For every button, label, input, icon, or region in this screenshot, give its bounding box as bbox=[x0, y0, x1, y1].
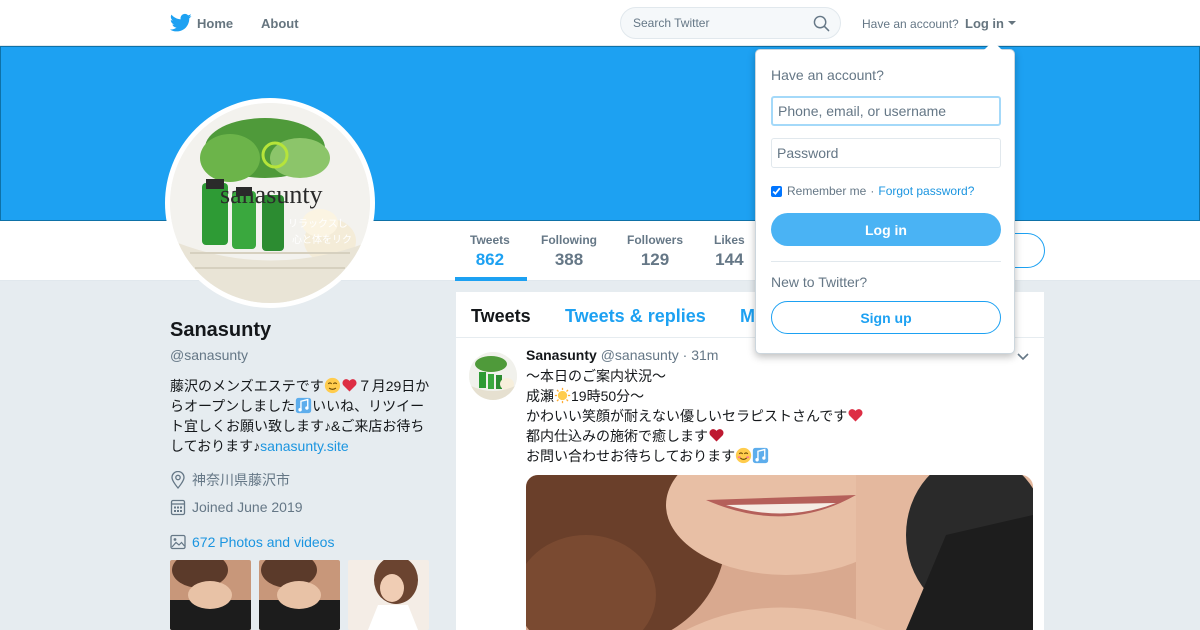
stat-likes-value: 144 bbox=[715, 250, 744, 269]
signup-button[interactable]: Sign up bbox=[771, 301, 1001, 334]
profile-name[interactable]: Sanasunty bbox=[170, 319, 271, 342]
tab-tweets[interactable]: Tweets bbox=[471, 306, 531, 327]
tweet-line: ～本日のご案内状況～ bbox=[526, 368, 666, 384]
photos-and-videos[interactable]: 672 Photos and videos bbox=[170, 534, 334, 550]
dark-heart-icon bbox=[709, 429, 724, 442]
calendar-icon bbox=[170, 499, 186, 516]
profile-handle[interactable]: @sanasunty bbox=[170, 347, 248, 363]
thumbnail-image bbox=[348, 560, 429, 630]
tweet-line-text: 成瀬 bbox=[526, 388, 554, 404]
stat-tweets-label: Tweets bbox=[470, 233, 510, 247]
dropdown-title: Have an account? bbox=[771, 67, 884, 83]
smiling-face-icon bbox=[736, 447, 752, 464]
tab-tweets-replies[interactable]: Tweets & replies bbox=[565, 306, 706, 327]
tweet-line-text: 19時50分～ bbox=[571, 388, 645, 404]
active-stat-indicator bbox=[455, 277, 527, 281]
stat-following[interactable]: Following 388 bbox=[541, 233, 597, 270]
login-button[interactable]: Log in bbox=[771, 213, 1001, 246]
tweet-timestamp[interactable]: · 31m bbox=[683, 347, 719, 363]
avatar-logo-text: sanasunty bbox=[220, 180, 323, 209]
login-dropdown: Have an account? Remember me · Forgot pa… bbox=[755, 49, 1015, 354]
photos-videos-link[interactable]: 672 Photos and videos bbox=[192, 534, 334, 550]
joined-text: Joined June 2019 bbox=[192, 499, 303, 515]
forgot-password-link[interactable]: Forgot password? bbox=[878, 184, 974, 198]
thumbnail-image bbox=[259, 560, 340, 630]
location-pin-icon bbox=[171, 471, 185, 489]
avatar-caption-2: 心と体をリク bbox=[292, 234, 352, 246]
search-icon[interactable] bbox=[813, 15, 830, 32]
tweet-line-text: お問い合わせお待ちしております bbox=[526, 448, 736, 464]
stat-followers-label: Followers bbox=[627, 233, 684, 247]
remember-me-label[interactable]: Remember me bbox=[787, 184, 866, 198]
tweet-photo[interactable] bbox=[526, 475, 1033, 630]
nav-about-link[interactable]: About bbox=[261, 16, 299, 31]
tweet-line: かわいい笑顔が耐えない優しいセラピストさんです bbox=[526, 406, 1026, 426]
tweet-line: お問い合わせお待ちしております bbox=[526, 446, 1026, 466]
top-navigation: Home About Have an account? Log in bbox=[0, 0, 1200, 46]
media-thumbnail-3[interactable] bbox=[348, 560, 429, 630]
media-thumbnail-2[interactable] bbox=[259, 560, 340, 630]
password-input[interactable] bbox=[771, 138, 1001, 168]
sun-icon bbox=[554, 387, 571, 404]
tweet-avatar[interactable] bbox=[469, 352, 517, 400]
profile-joined: Joined June 2019 bbox=[170, 498, 303, 516]
relieved-face-emoji-icon bbox=[324, 377, 340, 394]
tweet-line-text: かわいい笑顔が耐えない優しいセラピストさんです bbox=[526, 408, 848, 424]
stat-following-label: Following bbox=[541, 233, 597, 247]
music-notes-icon bbox=[296, 397, 312, 414]
profile-location: 神奈川県藤沢市 bbox=[170, 470, 290, 490]
nav-home-link[interactable]: Home bbox=[197, 16, 233, 31]
bio-text-1: 藤沢のメンズエステです bbox=[170, 378, 324, 394]
avatar-caption-1: リラックスし bbox=[288, 218, 348, 230]
username-input[interactable] bbox=[771, 96, 1001, 126]
dropdown-arrow bbox=[984, 41, 1002, 50]
tweet-author-handle[interactable]: @sanasunty bbox=[601, 347, 679, 363]
stat-followers[interactable]: Followers 129 bbox=[627, 233, 683, 270]
red-heart-icon bbox=[342, 379, 357, 392]
caret-down-icon[interactable] bbox=[1008, 21, 1016, 25]
tab-media[interactable]: M bbox=[740, 306, 755, 327]
profile-bio: 藤沢のメンズエステです ７月29日からオープンしました いいね、リツイート宜しくお願… bbox=[170, 376, 435, 456]
photo-icon bbox=[170, 534, 186, 550]
chevron-down-icon[interactable] bbox=[1016, 352, 1030, 362]
music-notes-icon bbox=[753, 447, 769, 464]
tweet-line: 都内仕込みの施術で癒します bbox=[526, 426, 1026, 446]
tweet-avatar-image bbox=[469, 352, 517, 400]
twitter-bird-icon[interactable] bbox=[170, 13, 192, 33]
location-text: 神奈川県藤沢市 bbox=[192, 472, 290, 488]
profile-avatar[interactable]: sanasunty リラックスし 心と体をリク bbox=[165, 98, 375, 308]
stat-tweets[interactable]: Tweets 862 bbox=[470, 233, 510, 270]
tweet-line-text: 都内仕込みの施術で癒します bbox=[526, 428, 708, 444]
search-box[interactable] bbox=[620, 7, 841, 39]
avatar-image: sanasunty リラックスし 心と体をリク bbox=[170, 103, 370, 303]
tweet-photo-image bbox=[526, 475, 1033, 630]
bio-website-link[interactable]: sanasunty.site bbox=[260, 438, 348, 454]
stat-followers-value: 129 bbox=[640, 250, 670, 269]
dropdown-divider bbox=[771, 261, 1001, 262]
stat-likes-label: Likes bbox=[714, 233, 745, 247]
new-to-twitter-label: New to Twitter? bbox=[771, 274, 868, 290]
stat-tweets-value: 862 bbox=[475, 250, 505, 269]
thumbnail-image bbox=[170, 560, 251, 630]
have-account-label: Have an account? bbox=[862, 17, 959, 31]
tweet-text: ～本日のご案内状況～ 成瀬 19時50分～ かわいい笑顔が耐えない優しいセラピスト… bbox=[526, 366, 1026, 466]
search-input[interactable] bbox=[633, 16, 803, 30]
tweet-author-name[interactable]: Sanasunty bbox=[526, 347, 597, 363]
login-menu-button[interactable]: Log in bbox=[965, 16, 1004, 31]
stat-following-value: 388 bbox=[554, 250, 584, 269]
stat-likes[interactable]: Likes 144 bbox=[714, 233, 745, 270]
remember-me-checkbox[interactable] bbox=[771, 185, 782, 197]
tweet-line: 成瀬 19時50分～ bbox=[526, 386, 1026, 406]
tweet-header: Sanasunty @sanasunty · 31m bbox=[526, 347, 718, 363]
media-thumbnail-1[interactable] bbox=[170, 560, 251, 630]
remember-row: Remember me · Forgot password? bbox=[771, 184, 974, 198]
red-heart-icon bbox=[848, 409, 863, 422]
separator-dot: · bbox=[870, 184, 875, 198]
